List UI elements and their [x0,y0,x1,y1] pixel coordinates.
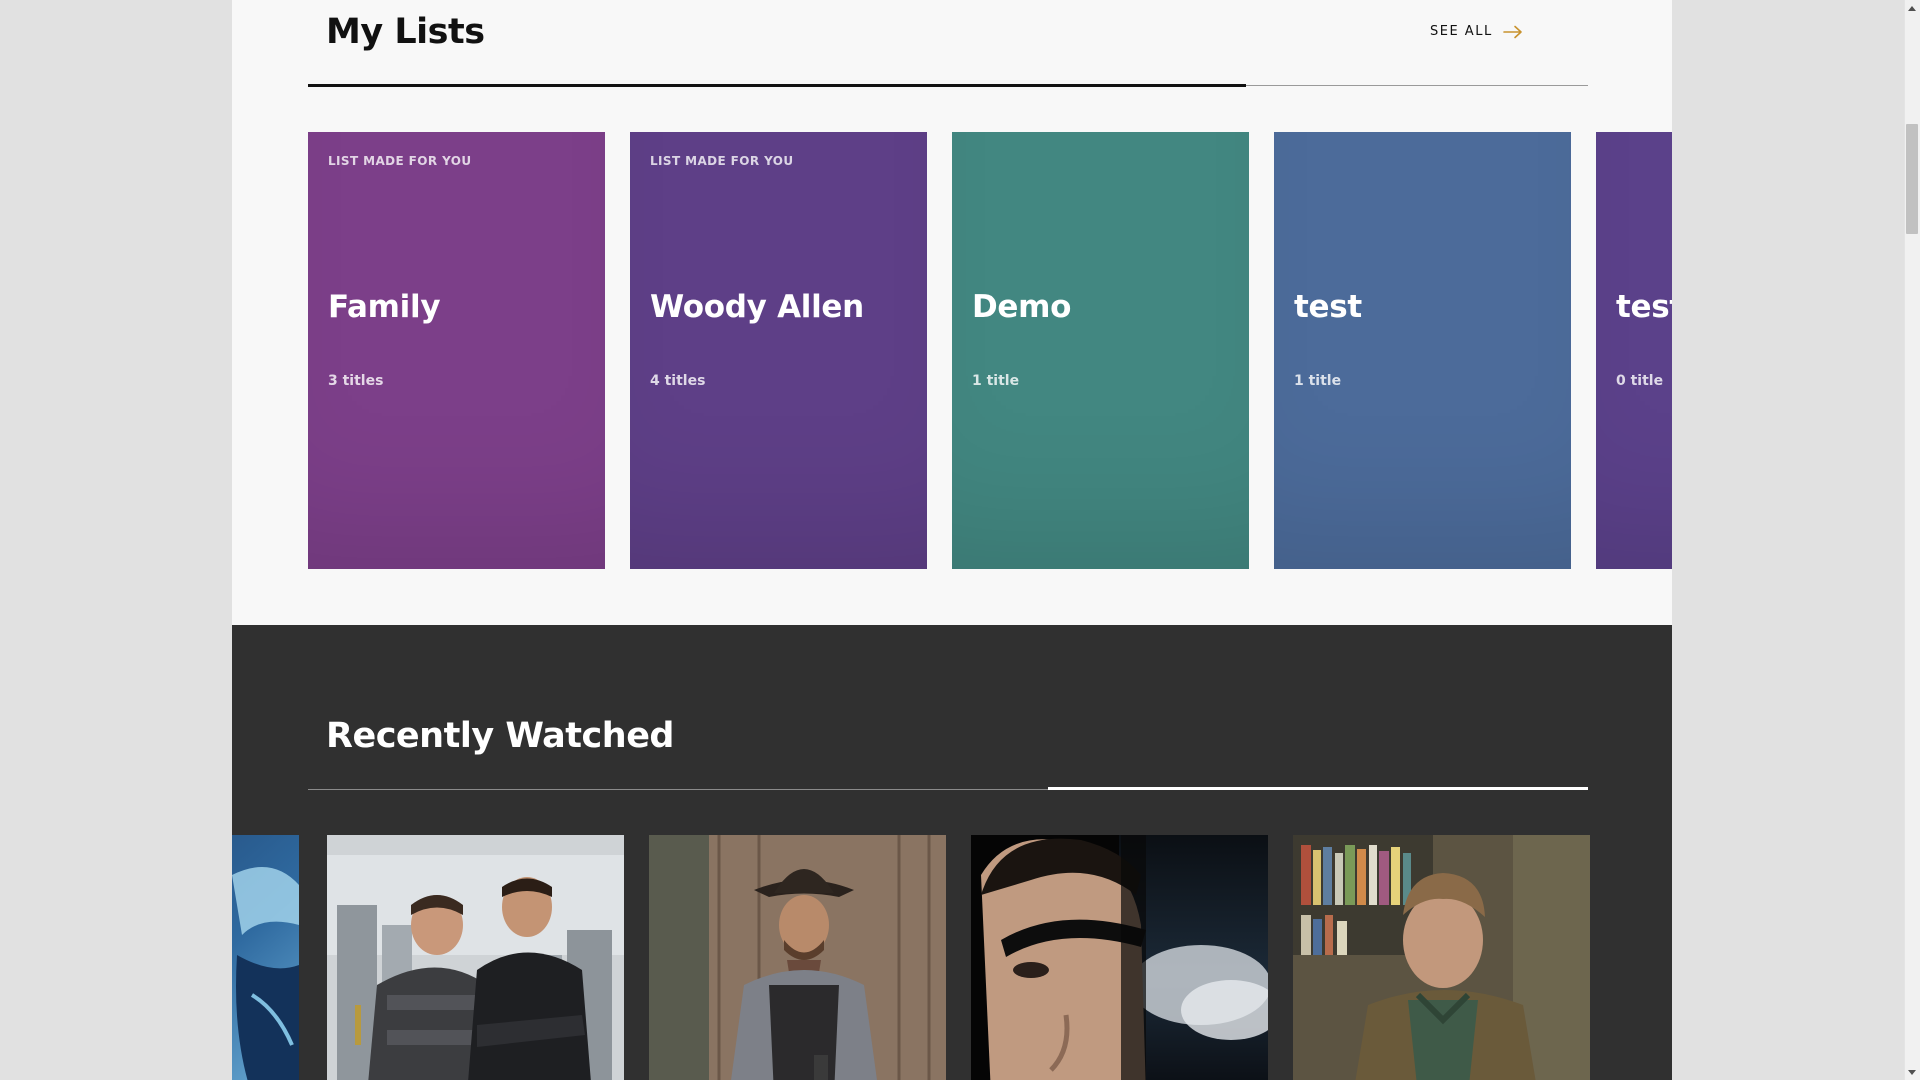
movie-poster-eyepatch-icon [971,835,1268,1080]
poster-card[interactable] [971,835,1268,1080]
list-card-tag: LIST MADE FOR YOU [328,154,472,168]
see-all-label: SEE ALL [1430,24,1493,39]
list-card-count: 3 titles [328,373,384,389]
list-card-test-2[interactable]: test 0 title [1596,132,1672,569]
list-card-count: 0 title [1616,373,1664,389]
list-card-family[interactable]: LIST MADE FOR YOU Family 3 titles [308,132,605,569]
see-all-link[interactable]: SEE ALL [1430,24,1523,39]
list-card-count: 4 titles [650,373,706,389]
arrow-right-icon [1502,25,1522,38]
list-card-tag: LIST MADE FOR YOU [650,154,794,168]
scrollbar-thumb[interactable] [1906,124,1918,234]
movie-poster-two-men-city-icon [327,835,624,1080]
my-lists-section: My Lists SEE ALL LIST MADE FOR YOU Famil… [232,0,1672,625]
scroll-down-button[interactable] [1904,1064,1920,1080]
list-card-count: 1 title [972,373,1020,389]
list-card-name: test [1294,289,1362,325]
list-card-count: 1 title [1294,373,1342,389]
poster-card[interactable] [649,835,946,1080]
main-content: My Lists SEE ALL LIST MADE FOR YOU Famil… [232,0,1672,1080]
poster-card[interactable] [327,835,624,1080]
list-card-demo[interactable]: Demo 1 title [952,132,1249,569]
caret-up-icon [1908,5,1916,11]
recently-watched-section: Recently Watched [232,625,1672,1080]
list-card-name: Woody Allen [650,289,864,325]
carousel-progress-indicator [308,84,1246,87]
list-card-test[interactable]: test 1 title [1274,132,1571,569]
poster-card[interactable] [232,835,299,1080]
movie-poster-cowboy-icon [649,835,946,1080]
list-card-name: Demo [972,289,1072,325]
list-card-name: Family [328,289,441,325]
list-card-woody-allen[interactable]: LIST MADE FOR YOU Woody Allen 4 titles [630,132,927,569]
movie-poster-man-bookshelf-icon [1293,835,1590,1080]
list-card-name: test [1616,289,1672,325]
recently-watched-title: Recently Watched [326,716,674,756]
scroll-up-button[interactable] [1904,0,1920,16]
my-lists-title: My Lists [326,12,485,52]
poster-card[interactable] [1293,835,1590,1080]
carousel-progress-indicator [1048,787,1588,790]
caret-down-icon [1908,1069,1916,1075]
movie-poster-blue-icon [232,835,299,1080]
